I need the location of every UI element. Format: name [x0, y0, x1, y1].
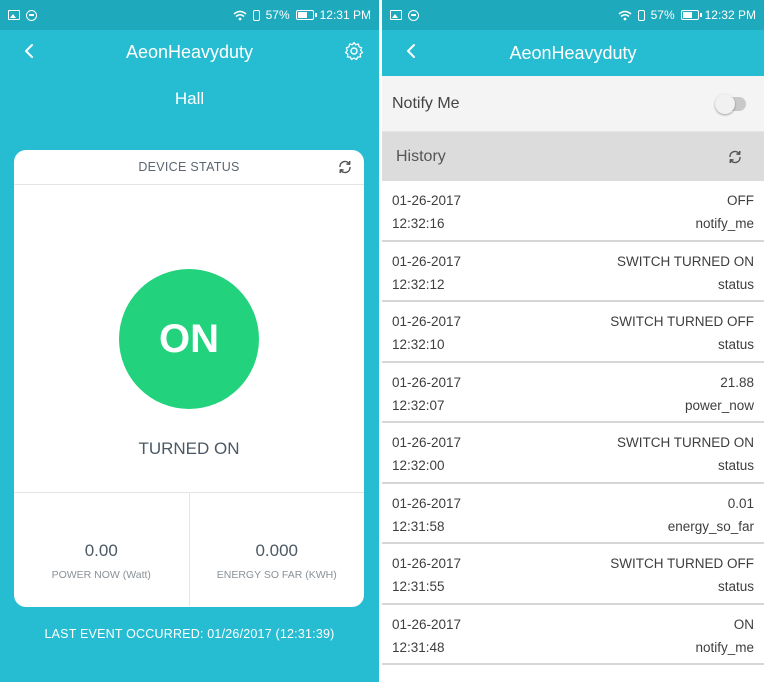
- history-value: 21.88: [720, 374, 754, 390]
- history-list: 01-26-2017 OFF 12:32:16 notify_me 01-26-20…: [382, 181, 764, 665]
- phone-icon: [252, 9, 260, 21]
- history-row: 01-26-2017 SWITCH TURNED ON 12:32:12 statu…: [382, 242, 764, 302]
- history-label: History: [396, 147, 446, 165]
- history-time: 12:31:58: [392, 518, 445, 534]
- clock: 12:32 PM: [704, 8, 756, 22]
- history-time: 12:32:12: [392, 276, 445, 292]
- battery-icon: [680, 10, 702, 20]
- history-value: SWITCH TURNED ON: [617, 253, 754, 269]
- notify-me-label: Notify Me: [392, 94, 460, 112]
- block-icon: [26, 9, 37, 21]
- history-date: 01-26-2017: [392, 616, 462, 632]
- room-name: Hall: [174, 89, 205, 108]
- history-attribute: notify_me: [695, 216, 754, 231]
- history-date: 01-26-2017: [392, 435, 462, 450]
- power-now-value: 0.00: [84, 540, 118, 560]
- notify-me-toggle[interactable]: [715, 93, 746, 114]
- phone-icon: [637, 9, 645, 21]
- history-row: 01-26-2017 0.01 12:31:58 energy_so_far: [382, 484, 764, 544]
- app-bar: AeonHeavyduty: [382, 30, 764, 76]
- history-row: 01-26-2017 SWITCH TURNED ON 12:32:00 statu…: [382, 423, 764, 484]
- toggle-knob: [715, 93, 735, 114]
- history-date: 01-26-2017: [392, 556, 462, 571]
- clock: 12:31 PM: [319, 8, 371, 22]
- history-date: 01-26-2017: [392, 374, 462, 390]
- battery-percent: 57%: [265, 8, 290, 22]
- history-time: 12:32:10: [392, 337, 445, 352]
- power-toggle-button[interactable]: ON: [119, 269, 259, 409]
- history-value: ON: [733, 616, 754, 632]
- history-date: 01-26-2017: [392, 314, 462, 329]
- history-attribute: power_now: [684, 397, 754, 413]
- power-state-text: TURNED ON: [138, 439, 240, 458]
- history-attribute: energy_so_far: [667, 518, 754, 534]
- back-arrow-icon: [407, 44, 415, 58]
- page-title: AeonHeavyduty: [125, 41, 254, 62]
- history-attribute: status: [717, 337, 754, 352]
- refresh-icon: [729, 150, 741, 163]
- history-row: 01-26-2017 SWITCH TURNED OFF 12:31:55 stat…: [382, 544, 764, 605]
- history-time: 12:31:55: [392, 579, 445, 594]
- image-icon: [8, 10, 20, 20]
- history-attribute: status: [717, 579, 754, 594]
- history-value: SWITCH TURNED OFF: [610, 556, 754, 571]
- wifi-icon: [618, 10, 632, 20]
- device-status-screen: 57% 12:31 PM AeonHeavyduty Hall DEVICE S…: [0, 0, 379, 682]
- status-bar: 57% 12:31 PM: [0, 0, 379, 30]
- refresh-history-button[interactable]: [724, 146, 746, 168]
- power-now-label: POWER NOW (Watt): [51, 568, 151, 581]
- page-title: AeonHeavyduty: [509, 42, 637, 63]
- app-bar: AeonHeavyduty: [0, 30, 379, 74]
- history-time: 12:32:07: [392, 397, 445, 413]
- block-icon: [408, 9, 419, 21]
- wifi-icon: [233, 10, 247, 20]
- history-time: 12:31:48: [392, 639, 445, 655]
- history-date: 01-26-2017: [392, 495, 462, 511]
- status-area: ON TURNED ON: [14, 185, 364, 493]
- history-screen: 57% 12:32 PM AeonHeavyduty Notify Me His…: [382, 0, 764, 682]
- history-row: 01-26-2017 21.88 12:32:07 power_now: [382, 363, 764, 423]
- history-value: SWITCH TURNED OFF: [610, 314, 754, 329]
- settings-button[interactable]: [339, 36, 369, 66]
- metrics-row: 0.00 POWER NOW (Watt) 0.000 ENERGY SO FA…: [14, 493, 364, 606]
- history-date: 01-26-2017: [392, 253, 462, 269]
- power-now-metric: 0.00 POWER NOW (Watt): [14, 493, 189, 606]
- history-row: 01-26-2017 ON 12:31:48 notify_me: [382, 605, 764, 665]
- energy-so-far-value: 0.000: [255, 540, 299, 560]
- history-date: 01-26-2017: [392, 193, 462, 208]
- status-bar: 57% 12:32 PM: [382, 0, 764, 30]
- history-attribute: status: [717, 276, 754, 292]
- history-row: 01-26-2017 OFF 12:32:16 notify_me: [382, 181, 764, 242]
- back-arrow-icon: [25, 44, 33, 58]
- energy-so-far-metric: 0.000 ENERGY SO FAR (KWH): [188, 493, 365, 606]
- history-row: 01-26-2017 SWITCH TURNED OFF 12:32:10 stat…: [382, 302, 764, 363]
- refresh-status-button[interactable]: [334, 156, 356, 178]
- history-value: 0.01: [727, 495, 754, 511]
- notify-me-row: Notify Me: [382, 76, 764, 132]
- energy-so-far-label: ENERGY SO FAR (KWH): [216, 568, 337, 581]
- history-time: 12:32:00: [392, 458, 445, 473]
- device-status-card: DEVICE STATUS ON TURNED ON 0.00 POWER NO…: [14, 150, 364, 607]
- history-attribute: notify_me: [695, 639, 754, 655]
- history-value: OFF: [727, 193, 754, 208]
- back-button[interactable]: [396, 36, 426, 66]
- last-event-text: LAST EVENT OCCURRED: 01/26/2017 (12:31:3…: [44, 627, 335, 641]
- history-attribute: status: [717, 458, 754, 473]
- history-header: History: [382, 132, 764, 181]
- power-state-label: ON: [159, 316, 219, 361]
- history-time: 12:32:16: [392, 216, 445, 231]
- refresh-icon: [339, 160, 351, 174]
- battery-icon: [295, 10, 317, 20]
- history-value: SWITCH TURNED ON: [617, 435, 754, 450]
- card-header: DEVICE STATUS: [14, 150, 364, 185]
- image-icon: [390, 10, 402, 20]
- gear-icon: [344, 41, 364, 61]
- battery-percent: 57%: [650, 8, 675, 22]
- card-title: DEVICE STATUS: [138, 160, 240, 174]
- back-button[interactable]: [14, 36, 44, 66]
